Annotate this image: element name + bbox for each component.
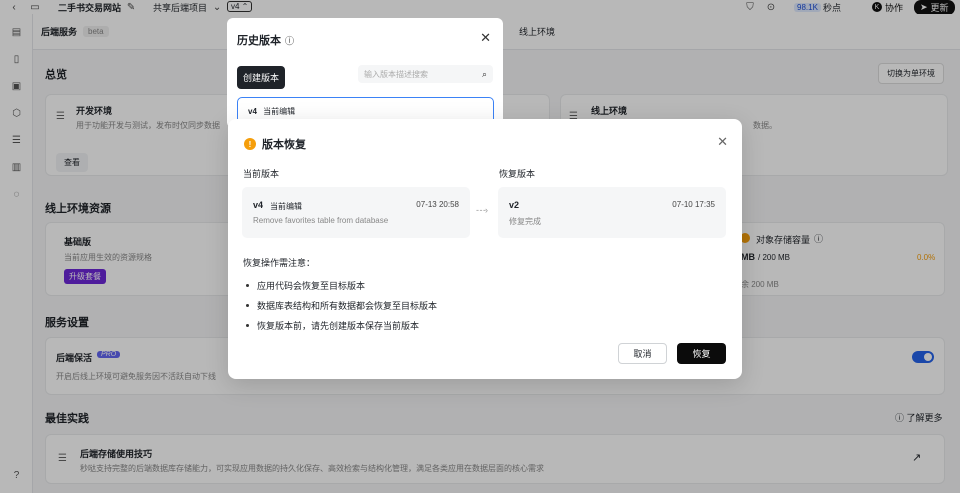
close-icon[interactable]: ✕ <box>717 134 728 150</box>
create-version-button[interactable]: 创建版本 <box>237 66 286 89</box>
notes-title: 恢复操作需注意： <box>243 258 316 268</box>
note-item: 恢复版本前，请先创建版本保存当前版本 <box>246 315 437 335</box>
target-version-number: v2 <box>509 200 520 210</box>
notes-list: 应用代码会恢复至目标版本 数据库表结构和所有数据都会恢复至目标版本 恢复版本前，… <box>246 275 437 335</box>
version-tag: 当前编辑 <box>263 107 296 116</box>
dialog-title: 版本恢复 <box>262 139 306 151</box>
version-search-input[interactable]: 输入版本描述搜索 ⌕ <box>358 65 493 83</box>
current-version-box: v4 当前编辑 07-13 20:58 Remove favorites tab… <box>242 187 470 238</box>
close-icon[interactable]: ✕ <box>480 30 491 46</box>
restore-button[interactable]: 恢复 <box>677 343 726 364</box>
target-version-desc: 修复完成 <box>509 217 541 226</box>
dialog-header: ! 版本恢复 <box>244 136 306 152</box>
search-icon: ⌕ <box>481 68 487 79</box>
current-version-tag: 当前编辑 <box>270 202 302 211</box>
current-version-date: 07-13 20:58 <box>416 200 459 209</box>
warning-icon: ! <box>244 138 256 150</box>
search-placeholder: 输入版本描述搜索 <box>364 69 428 79</box>
target-version-box: v2 07-10 17:35 修复完成 <box>498 187 726 238</box>
help-icon[interactable]: ⓘ <box>285 34 294 47</box>
version-number: v4 <box>248 107 257 116</box>
restore-dialog: ! 版本恢复 ✕ 当前版本 恢复版本 v4 当前编辑 07-13 20:58 R… <box>228 119 742 379</box>
current-version-label: 当前版本 <box>243 169 280 179</box>
arrow-right-icon: - - -› <box>476 205 488 215</box>
current-version-desc: Remove favorites table from database <box>253 216 389 225</box>
current-version-number: v4 <box>253 200 264 210</box>
note-item: 应用代码会恢复至目标版本 <box>246 275 437 295</box>
history-title: 历史版本 <box>237 35 281 47</box>
note-item: 数据库表结构和所有数据都会恢复至目标版本 <box>246 295 437 315</box>
restore-version-label: 恢复版本 <box>499 169 536 179</box>
history-panel: 历史版本 ⓘ ✕ 创建版本 输入版本描述搜索 ⌕ v4 当前编辑 <box>227 18 503 128</box>
history-header: 历史版本 ⓘ <box>237 32 294 48</box>
cancel-button[interactable]: 取消 <box>618 343 667 364</box>
target-version-date: 07-10 17:35 <box>672 200 715 209</box>
